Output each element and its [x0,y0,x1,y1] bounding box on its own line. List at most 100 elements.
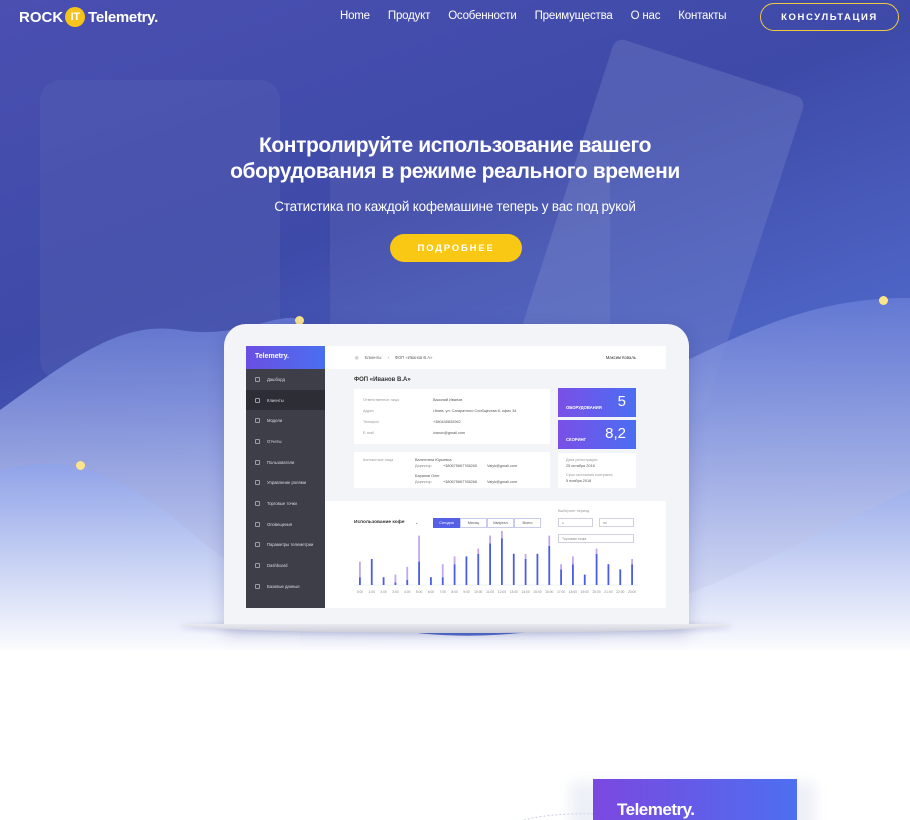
chart-bar[interactable] [524,553,527,559]
logo-rock: ROCK [19,8,64,26]
hero-title-line: Контролируйте использование вашего [258,134,652,157]
chart-bar[interactable] [406,579,409,585]
chart-bar[interactable] [501,538,503,585]
consultation-button[interactable]: КОНСУЛЬТАЦИЯ [760,3,899,31]
chart-tick-label: 2:00 [380,590,387,594]
date-from-input[interactable]: с [558,518,593,527]
hero-subtitle: Статистика по каждой кофемашине теперь у… [274,199,636,214]
sidebar-item-base-data[interactable]: Базовые данные [246,576,325,597]
chart-bar[interactable] [595,553,598,585]
breadcrumb-item: ФОП «Иванов В.А» [394,355,433,360]
nav-advantages[interactable]: Преимущества [535,10,613,22]
chart-bar[interactable] [359,561,361,578]
info-label: Адрес [363,409,374,413]
breadcrumb-item[interactable]: Клиенты [365,355,382,360]
logo-it-badge: IT [65,7,86,27]
chart-bar[interactable] [465,556,468,585]
chart-bar[interactable] [572,556,574,565]
sidebar-item-label: Отчеты [267,438,282,444]
contact-role: Директор [415,480,432,484]
chart-tick-label: 9:00 [463,590,470,594]
chart-tick-label: 5:00 [416,590,423,594]
chart-icon [255,563,260,569]
main-nav: Home Продукт Особенности Преимущества О … [340,10,744,22]
chart-bar[interactable] [370,559,373,585]
chart-bar[interactable] [382,577,385,585]
nav-contacts[interactable]: Контакты [678,10,726,22]
sidebar-item-label: Базовые данные [267,583,300,589]
chart-bar[interactable] [607,564,610,585]
chart-bar[interactable] [631,559,633,565]
chart-bar[interactable] [453,564,456,585]
chart-bar[interactable] [560,564,562,570]
chart-bar[interactable] [572,564,574,585]
sidebar-item-label: Модели [267,418,283,424]
sidebar-item-label: Пользователи [267,459,295,465]
usage-title: Использование кофе [354,520,405,525]
chart-bar[interactable] [453,556,456,565]
chart-bar[interactable] [441,577,444,585]
tab-today[interactable]: Сегодня [433,518,460,528]
contact-phone: +380675667765268 [443,480,477,484]
chart-bar[interactable] [406,566,409,580]
chart-bar[interactable] [631,564,633,585]
chart-bar[interactable] [524,559,527,585]
chart-bar[interactable] [418,561,420,585]
contact-email: Valyk@gmail.com [487,464,518,468]
info-label: Ответственное лицо [363,398,400,402]
sidebar-item-dashboard-en[interactable]: Dashboard [246,555,325,576]
nav-about[interactable]: О нас [631,10,661,22]
sidebar-item-dashboard[interactable]: Дашборд [246,369,325,390]
dashboard-sidebar: Telemetry. Дашборд Клиенты Модели Отчеты… [246,346,325,608]
chart-tick-label: 6:00 [428,590,435,594]
nav-home[interactable]: Home [340,10,370,22]
tab-quarter[interactable]: Квартал [487,518,514,528]
kpi-scoring: СКОРИНГ 8,2 [558,420,636,449]
nav-product[interactable]: Продукт [388,10,430,22]
chart-bar[interactable] [489,543,491,585]
chart-bar[interactable] [619,569,622,585]
sidebar-item-reports[interactable]: Отчеты [246,431,325,452]
chart-bar[interactable] [430,577,432,585]
contacts-card: Контактные лица Валентина Юрьевна Директ… [354,452,550,488]
chart-bar[interactable] [477,548,480,554]
chart-bar[interactable] [583,574,586,585]
sidebar-item-label: Dashboard [267,563,288,569]
sidebar-item-points[interactable]: Торговые точки [246,493,325,514]
chart-bar[interactable] [418,535,420,562]
chart-bar[interactable] [548,535,551,546]
sidebar-item-users[interactable]: Пользователи [246,452,325,473]
sidebar-item-roles[interactable]: Управление ролями [246,472,325,493]
user-name[interactable]: Максим Коваль [606,355,636,360]
nav-features[interactable]: Особенности [448,10,517,22]
chart-tick-label: 18:00 [569,590,577,594]
chart-bar[interactable] [560,569,562,585]
chevron-down-icon[interactable]: ⌄ [415,520,418,525]
logo[interactable]: ROCK IT Telemetry. [19,6,158,28]
more-button[interactable]: ПОДРОБНЕЕ [390,234,522,262]
sidebar-item-telemetry[interactable]: Параметры телеметрии [246,535,325,556]
chart-bar[interactable] [548,546,551,585]
sidebar-item-clients[interactable]: Клиенты [246,389,325,411]
date-label: Срок окончания контракта [566,473,613,477]
tab-month[interactable]: Месяц [460,518,487,528]
chart-bar[interactable] [359,577,361,585]
chart-bar[interactable] [595,548,598,554]
chart-bar[interactable] [536,553,539,585]
chart-bar[interactable] [477,553,480,585]
dashboard-main: ◎ Клиенты › ФОП «Иванов В.А» Максим Кова… [325,346,666,608]
sidebar-item-alerts[interactable]: Оповещения [246,514,325,535]
home-icon[interactable]: ◎ [355,355,359,360]
chart-bar[interactable] [489,535,491,544]
sidebar-item-models[interactable]: Модели [246,410,325,431]
chart-bar[interactable] [441,564,444,578]
tab-all[interactable]: Всего [514,518,541,528]
date-to-input[interactable]: по [599,518,634,527]
decor-dot [879,296,888,305]
chart-bar[interactable] [394,582,397,585]
chart-bar[interactable] [394,574,397,583]
chart-bar[interactable] [512,553,515,585]
clients-icon [255,397,260,403]
chart-bar[interactable] [501,531,503,539]
contact-role: Директор [415,464,432,468]
